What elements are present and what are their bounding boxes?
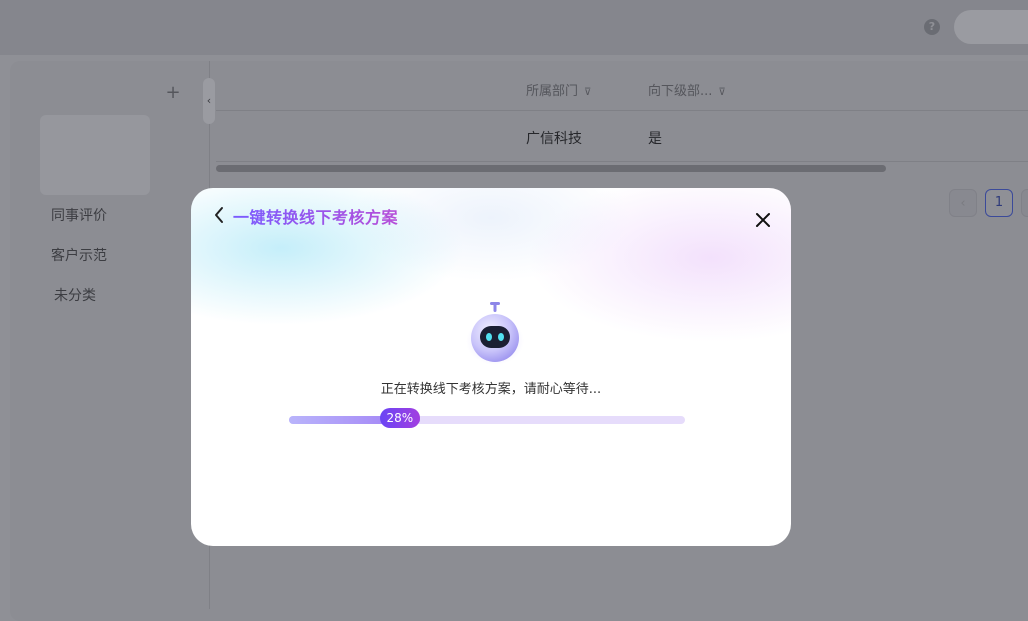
top-bar <box>0 0 1028 55</box>
dialog-title: 一键转换线下考核方案 <box>233 204 398 228</box>
collapse-sidebar-icon[interactable]: ‹ <box>203 78 215 124</box>
add-category-button[interactable]: + <box>164 84 182 102</box>
column-header-label: 所属部门 <box>526 84 579 99</box>
column-header-department: 所属部门 ⊽ <box>526 80 591 99</box>
table-cell-subordinate: 是 <box>648 131 662 147</box>
column-header-label: 向下级部... <box>648 84 713 99</box>
avatar[interactable] <box>954 10 1028 44</box>
category-item[interactable]: 客户示范 <box>51 245 107 265</box>
conversion-status-text: 正在转换线下考核方案，请耐心等待... <box>380 382 602 397</box>
horizontal-scrollbar[interactable] <box>216 165 886 172</box>
category-item[interactable]: 同事评价 <box>51 205 107 225</box>
back-icon[interactable] <box>211 205 227 225</box>
page-number-current[interactable]: 1 <box>985 189 1013 217</box>
close-icon[interactable] <box>753 210 773 230</box>
table-header <box>216 70 1028 111</box>
prev-page-button[interactable]: ‹ <box>949 189 977 217</box>
conversion-progress-bar: 28% <box>289 408 685 428</box>
help-icon[interactable]: ? <box>924 19 940 35</box>
column-header-subordinate: 向下级部... ⊽ <box>648 80 726 99</box>
robot-mascot-icon <box>465 301 525 367</box>
convert-dialog: 一键转换线下考核方案 正在转换线下考核方案，请耐心等待... 28% <box>191 188 791 546</box>
category-placeholder <box>40 115 150 195</box>
category-item[interactable]: 未分类 <box>54 285 96 305</box>
next-page-button[interactable] <box>1021 189 1028 217</box>
progress-percent-badge: 28% <box>379 408 420 428</box>
table-cell-department: 广信科技 <box>526 131 582 147</box>
row-divider <box>216 161 1028 162</box>
filter-icon[interactable]: ⊽ <box>584 87 591 98</box>
filter-icon[interactable]: ⊽ <box>718 87 725 98</box>
